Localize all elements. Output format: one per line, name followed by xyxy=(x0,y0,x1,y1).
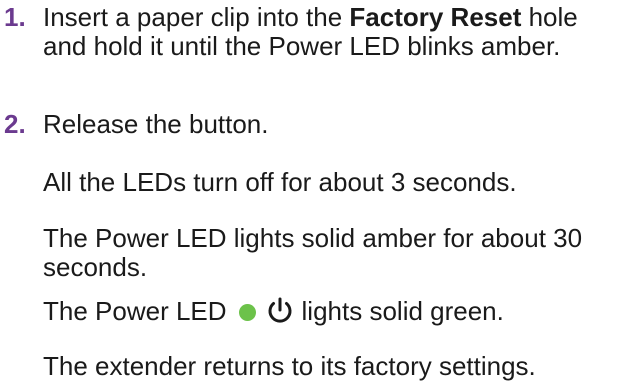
step-number: 2. xyxy=(4,109,26,139)
result-green-after: lights solid green. xyxy=(301,296,504,326)
green-led-dot-icon xyxy=(238,304,256,321)
step-1: 1. Insert a paper clip into the Factory … xyxy=(0,3,626,93)
result-factory: The extender returns to its factory sett… xyxy=(43,351,536,381)
result-green-before: The Power LED xyxy=(43,296,227,326)
step-text: Insert a paper clip into the Factory Res… xyxy=(43,3,613,61)
result-leds-off: All the LEDs turn off for about 3 second… xyxy=(43,167,517,197)
instruction-document: 1. Insert a paper clip into the Factory … xyxy=(0,0,626,392)
result-amber: The Power LED lights solid amber for abo… xyxy=(43,223,583,282)
step-2: 2. Release the button. xyxy=(0,110,626,140)
power-icon xyxy=(268,297,291,323)
step-number: 1. xyxy=(4,2,26,32)
step-text: Release the button. xyxy=(43,109,269,139)
result-green: The Power LED lights solid green. xyxy=(43,296,618,326)
factory-reset-label: Factory Reset xyxy=(349,2,522,32)
step-text-part: Insert a paper clip into the xyxy=(43,2,350,32)
